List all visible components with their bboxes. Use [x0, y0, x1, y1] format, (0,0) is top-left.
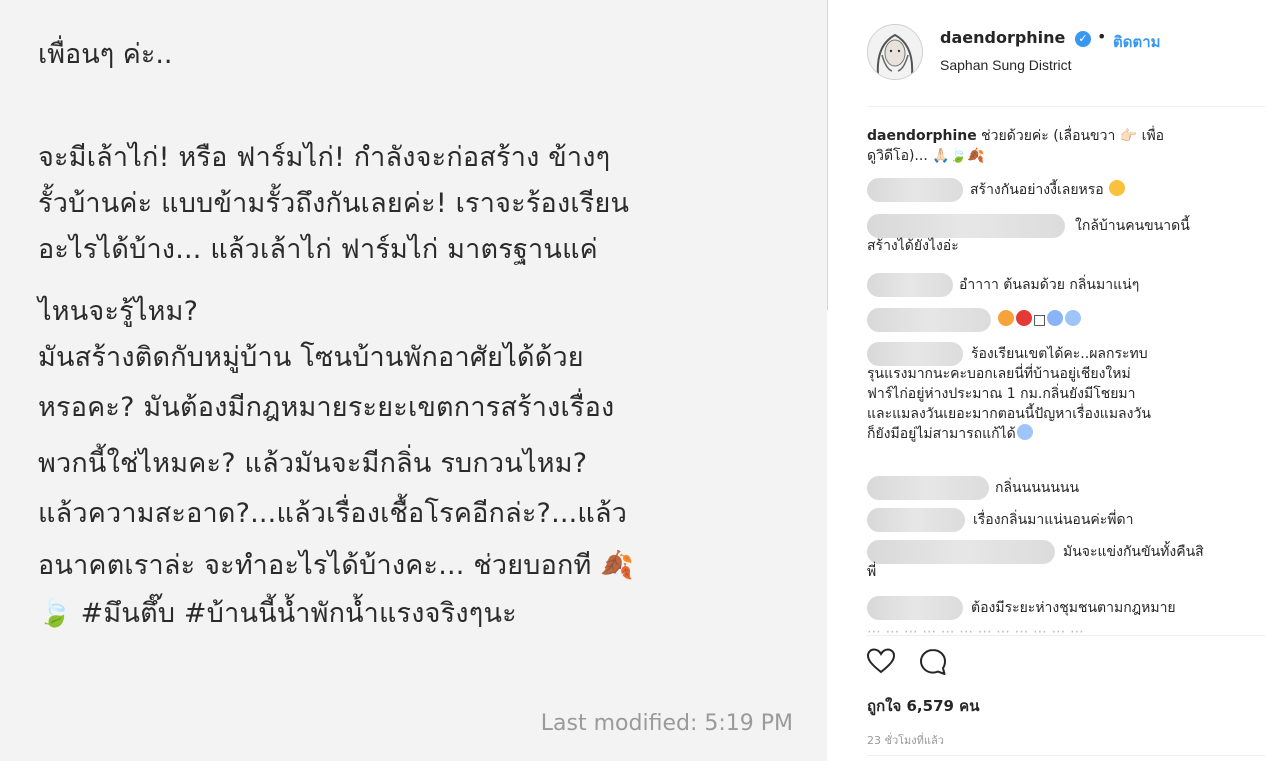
comment-body: สร้างกันอย่างงี้เลยหรอ: [970, 182, 1104, 198]
like-button[interactable]: [866, 647, 896, 675]
note-title: เพื่อนๆ ค่ะ..: [38, 39, 173, 70]
avatar-image: [868, 25, 922, 79]
caption-text: ช่วยด้วยค่ะ (เลื่อนขวา 👉🏻 เพื่อ: [976, 128, 1165, 144]
note-line: จะมีเล้าไก่! หรือ ฟาร์มไก่! กำลังจะก่อสร…: [38, 142, 611, 173]
post-timestamp: 23 ชั่วโมงที่แล้ว: [867, 734, 944, 747]
angry-face-icon: [1016, 310, 1032, 326]
comments-list[interactable]: daendorphine ช่วยด้วยค่ะ (เลื่อนขวา 👉🏻 เ…: [867, 118, 1252, 635]
note-line: 🍃 #มึนตึ๊บ #บ้านนี้น้ำพักน้ำแรงจริงๆนะ: [38, 598, 517, 629]
note-line: หรอคะ? มันต้องมีกฎหมายระยะเขตการสร้างเรื…: [38, 392, 615, 423]
caption-username[interactable]: daendorphine: [867, 128, 977, 144]
verified-badge-icon: ✓: [1075, 31, 1091, 47]
footer-divider: [867, 755, 1265, 756]
comment-text: รุนแรงมากนะคะบอกเลยนี่ที่บ้านอยู่เชียงให…: [867, 366, 1131, 382]
comment-text: ฟาร์ไก่อยู่ห่างประมาณ 1 กม.กลิ่นยังมีโชย…: [867, 386, 1136, 402]
note-line: อนาคตเราล่ะ จะทำอะไรได้บ้างคะ... ช่วยบอก…: [38, 550, 635, 581]
blurred-commenter: [867, 476, 989, 500]
heart-icon: [866, 648, 896, 674]
comment-text: และแมลงวันเยอะมากตอนนี้ปัญหาเรื่องแมลงวั…: [867, 406, 1151, 422]
post-username[interactable]: daendorphine: [940, 28, 1065, 47]
comment-text: พี่: [867, 564, 877, 580]
comment-text: สร้างกันอย่างงี้เลยหรอ: [970, 180, 1126, 200]
likes-count[interactable]: ถูกใจ 6,579 คน: [867, 694, 979, 718]
caption: daendorphine ช่วยด้วยค่ะ (เลื่อนขวา 👉🏻 เ…: [867, 126, 1247, 146]
note-line: แล้วความสะอาด?...แล้วเรื่องเชื้อโรคอีกล่…: [38, 498, 628, 529]
comment-text: สร้างได้ยังไงอ่ะ: [867, 238, 959, 254]
blurred-commenter: [867, 308, 991, 332]
comment-text: ก็ยังมีอยู่ไม่สามารถแก้ได้: [867, 424, 1034, 444]
actions-divider: [867, 635, 1265, 636]
comment-text: ร้องเรียนเขตได้คะ..ผลกระทบ: [971, 346, 1148, 362]
blurred-commenter: [867, 596, 963, 620]
fearful-face-icon: [1065, 310, 1082, 326]
follow-button[interactable]: ติดตาม: [1113, 30, 1161, 54]
note-line: พวกนี้ใช่ไหมคะ? แล้วมันจะมีกลิ่น รบกวนไห…: [38, 448, 588, 479]
comment-body: ก็ยังมีอยู่ไม่สามารถแก้ได้: [867, 426, 1016, 442]
comment-button[interactable]: [918, 647, 948, 677]
note-line: อะไรได้บ้าง... แล้วเล้าไก่ ฟาร์มไก่ มาตร…: [38, 234, 598, 265]
blurred-commenter: [867, 342, 963, 366]
notes-panel: เพื่อนๆ ค่ะ.. จะมีเล้าไก่! หรือ ฟาร์มไก่…: [0, 0, 827, 761]
scream-face-icon: [1047, 310, 1064, 326]
avatar[interactable]: [867, 24, 923, 80]
smiley-icon: [1109, 180, 1126, 196]
comment-text-clipped: ⋯ ⋯ ⋯ ⋯ ⋯ ⋯ ⋯ ⋯ ⋯ ⋯ ⋯ ⋯: [867, 624, 1084, 635]
comment-text: เรื่องกลิ่นมาแน่นอนค่ะพี่ดา: [973, 512, 1134, 528]
caption-text: ดูวิดีโอ)... 🙏🏻🍃🍂: [867, 148, 985, 164]
comment-body: □: [1033, 312, 1047, 328]
emoji-icon: [998, 310, 1014, 326]
comment-text: อำาาา ต้นลมด้วย กลิ่นมาแน่ๆ: [959, 277, 1140, 293]
comment-icon: [920, 649, 946, 675]
separator-dot: •: [1097, 27, 1107, 46]
post-location[interactable]: Saphan Sung District: [940, 57, 1072, 73]
comment-text: กลิ่นนนนนนน: [995, 480, 1080, 496]
comment-text: □: [997, 310, 1082, 330]
worried-face-icon: [1016, 424, 1033, 440]
blurred-commenter: [867, 540, 1055, 564]
comment-text: ต้องมีระยะห่างชุมชนตามกฎหมาย: [971, 600, 1176, 616]
last-modified-label: Last modified: 5:19 PM: [540, 711, 793, 736]
note-line: รั้วบ้านค่ะ แบบข้ามรั้วถึงกันเลยค่ะ! เรา…: [38, 188, 630, 219]
comment-text: ใกล้บ้านคนขนาดนี้: [1075, 218, 1190, 234]
note-line: มันสร้างติดกับหมู่บ้าน โซนบ้านพักอาศัยได…: [38, 342, 584, 373]
blurred-commenter: [867, 214, 1065, 238]
blurred-commenter: [867, 273, 953, 297]
note-line: ไหนจะรู้ไหม?: [38, 296, 199, 327]
header-divider: [867, 106, 1265, 107]
blurred-commenter: [867, 508, 965, 532]
comment-text: มันจะแข่งกันขันทั้งคืนสิ: [1063, 544, 1204, 560]
blurred-commenter: [867, 178, 963, 202]
